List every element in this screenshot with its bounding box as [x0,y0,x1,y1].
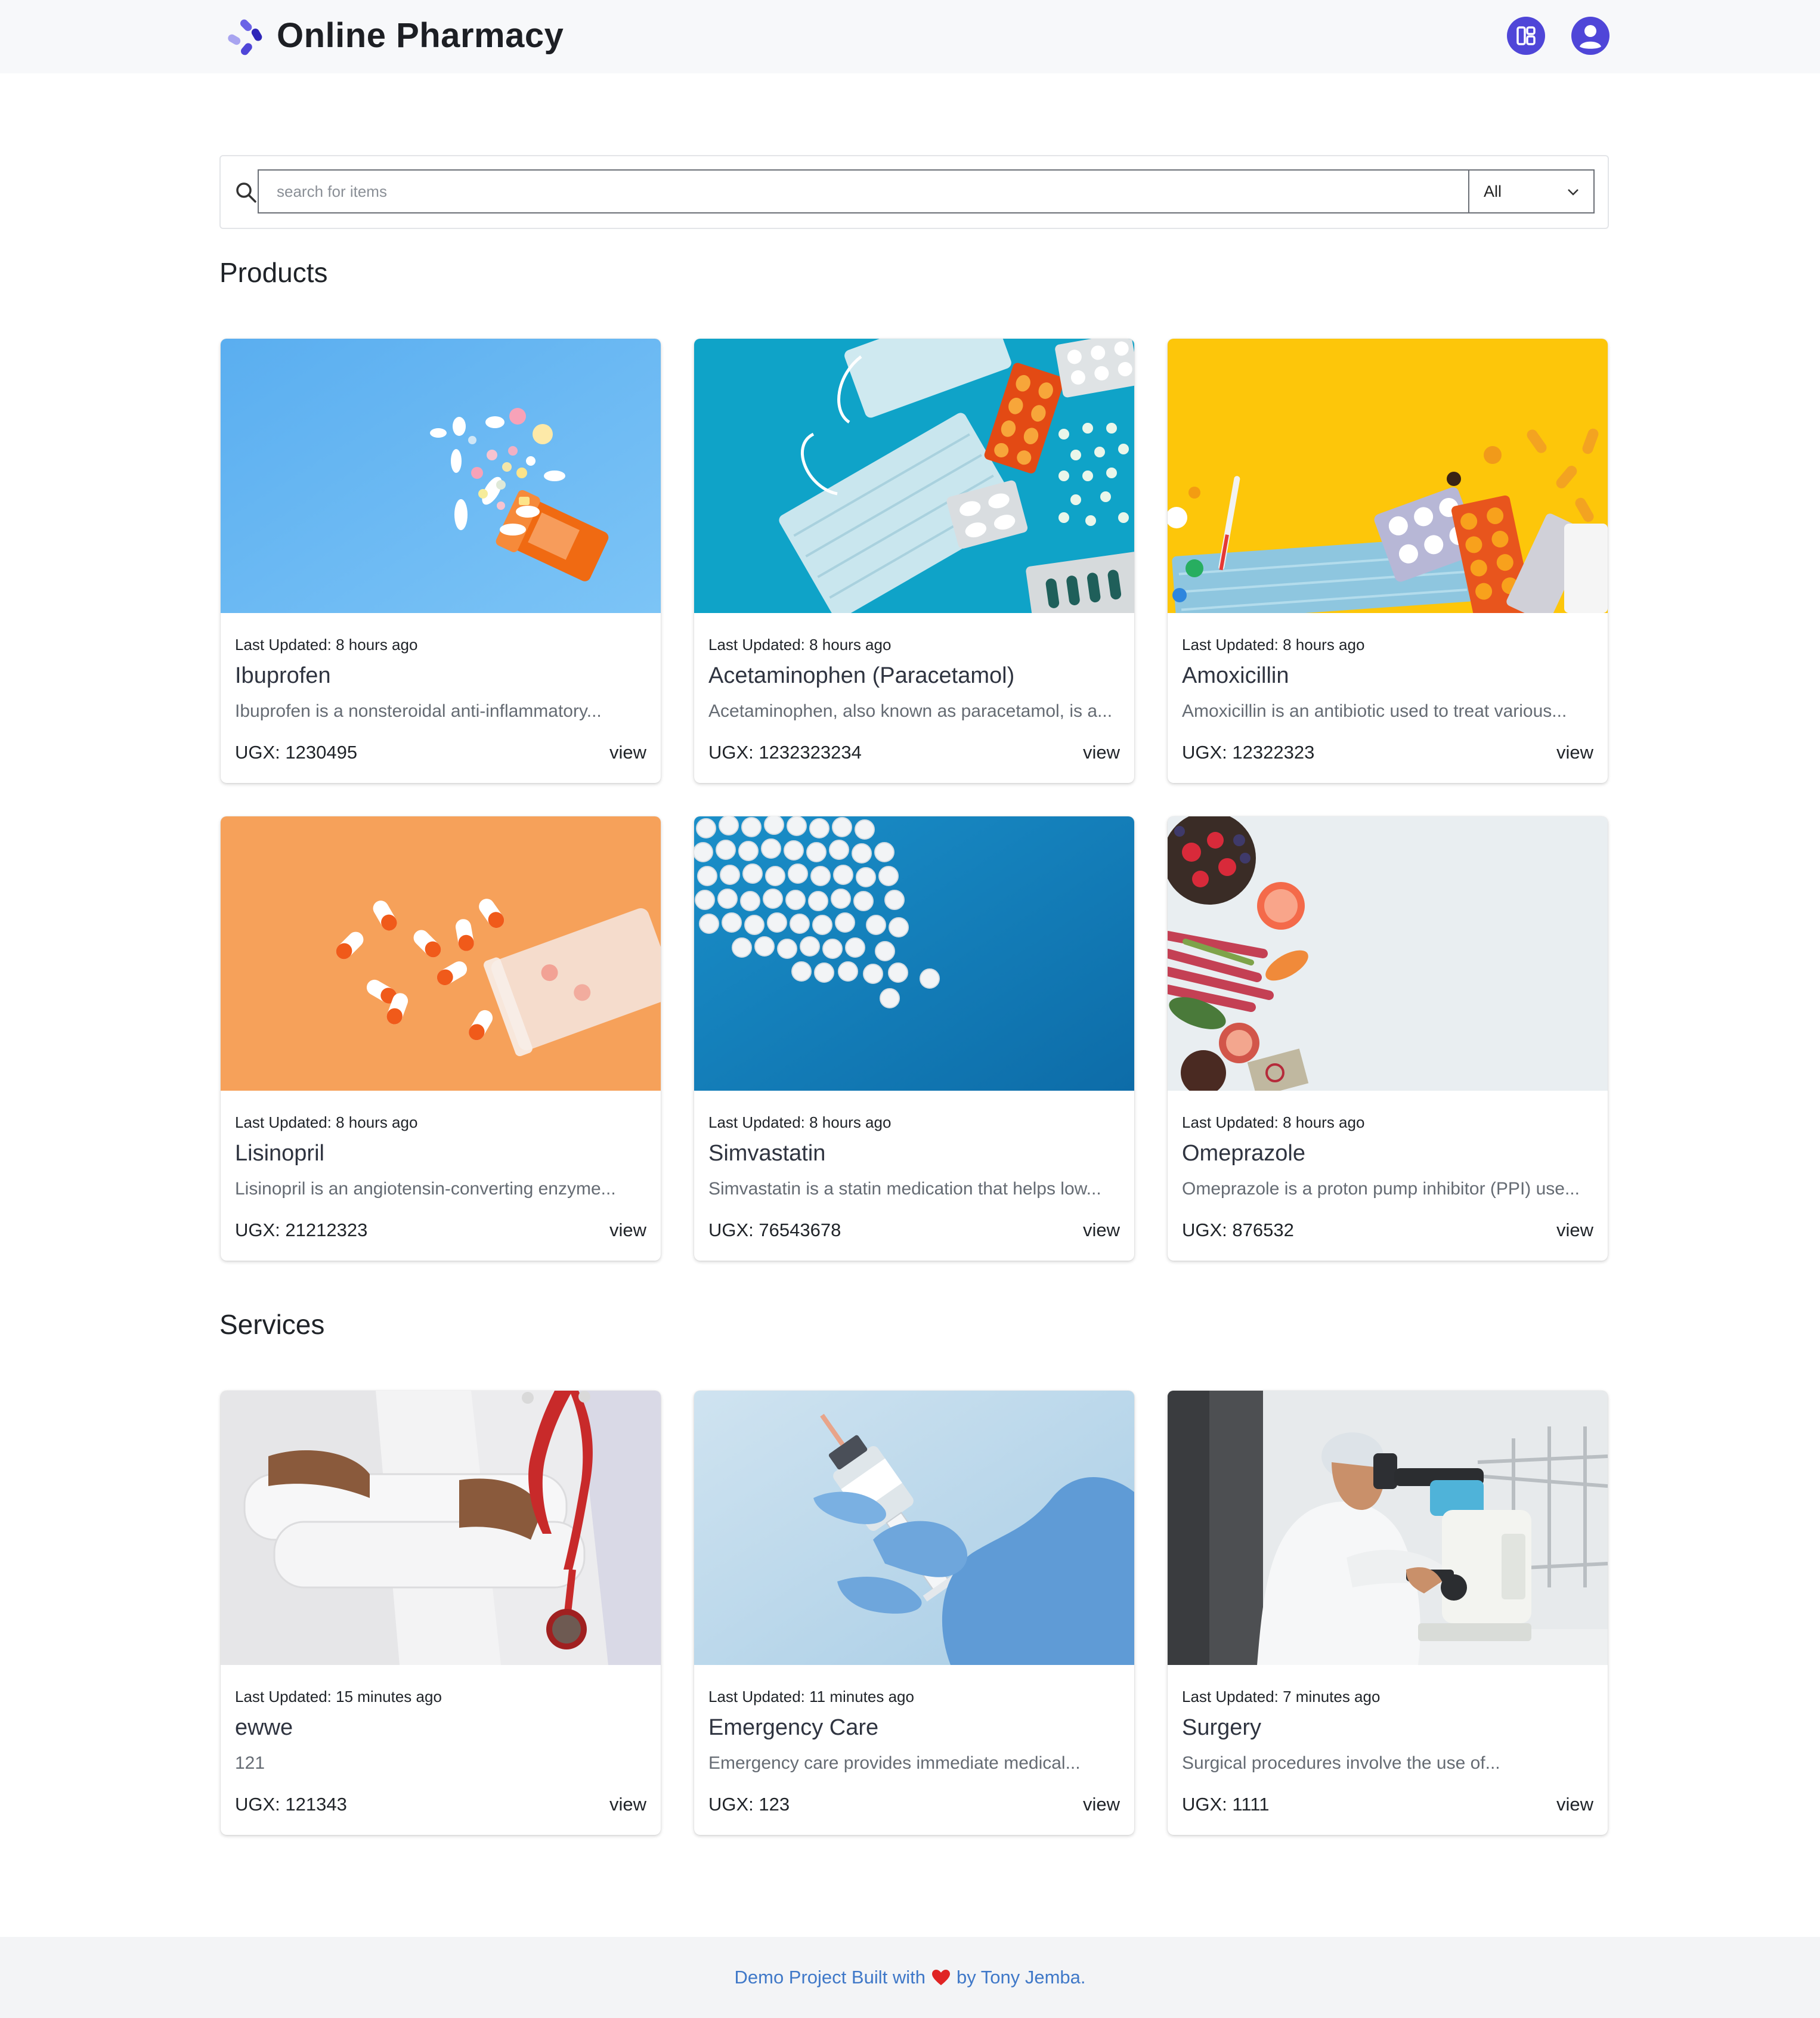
last-updated-text: Last Updated: 15 minutes ago [235,1688,442,1706]
view-link[interactable]: view [1556,1220,1593,1241]
search-bar: All [219,155,1609,229]
last-updated-text: Last Updated: 8 hours ago [235,636,418,654]
view-link[interactable]: view [1083,1220,1120,1241]
dashboard-icon [1516,26,1536,45]
heart-icon [931,1970,950,1985]
view-link[interactable]: view [609,1220,646,1241]
service-name: Emergency Care [708,1715,879,1740]
product-name: Amoxicillin [1182,663,1289,688]
product-name: Omeprazole [1182,1141,1305,1166]
last-updated-text: Last Updated: 8 hours ago [708,1113,892,1131]
product-description: Ibuprofen is a nonsteroidal anti-inflamm… [235,701,602,721]
view-link[interactable]: view [1556,1794,1593,1815]
service-image [221,1391,661,1665]
service-price: UGX: 1111 [1182,1794,1270,1815]
product-price: UGX: 876532 [1182,1220,1294,1240]
product-name: Simvastatin [708,1141,826,1166]
pills-logo-icon[interactable] [227,18,266,61]
product-card[interactable]: Last Updated: 8 hours ago Amoxicillin Am… [1168,339,1608,783]
product-price: UGX: 21212323 [235,1220,368,1240]
product-name: Ibuprofen [235,663,331,688]
category-filter-value: All [1484,182,1502,200]
service-description: Surgical procedures involve the use of..… [1182,1753,1500,1773]
product-name: Lisinopril [235,1141,324,1166]
service-description: 121 [235,1753,265,1773]
service-card[interactable]: Last Updated: 15 minutes ago ewwe 121 UG… [221,1391,661,1835]
product-price: UGX: 1230495 [235,742,358,763]
product-card[interactable]: Last Updated: 8 hours ago Simvastatin Si… [694,816,1134,1261]
product-card[interactable]: Last Updated: 8 hours ago Lisinopril Lis… [221,816,661,1261]
service-name: ewwe [235,1715,293,1740]
product-image [1168,816,1608,1091]
product-price: UGX: 1232323234 [708,742,862,763]
service-card[interactable]: Last Updated: 7 minutes ago Surgery Surg… [1168,1391,1608,1835]
product-image [221,339,661,613]
view-link[interactable]: view [1083,742,1120,763]
view-link[interactable]: view [609,1794,646,1815]
view-link[interactable]: view [609,742,646,763]
product-price: UGX: 76543678 [708,1220,841,1240]
last-updated-text: Last Updated: 7 minutes ago [1182,1688,1381,1706]
service-image [1168,1391,1608,1665]
product-description: Omeprazole is a proton pump inhibitor (P… [1182,1179,1580,1199]
view-link[interactable]: view [1556,742,1593,763]
service-price: UGX: 123 [708,1794,790,1815]
product-description: Acetaminophen, also known as paracetamol… [708,701,1113,721]
footer: Demo Project Built with by Tony Jemba. [0,1937,1820,2018]
product-card[interactable]: Last Updated: 8 hours ago Acetaminophen … [694,339,1134,783]
product-image [694,339,1134,613]
search-icon [236,182,256,203]
service-description: Emergency care provides immediate medica… [708,1753,1081,1773]
last-updated-text: Last Updated: 11 minutes ago [708,1688,914,1706]
product-card[interactable]: Last Updated: 8 hours ago Omeprazole Ome… [1168,816,1608,1261]
last-updated-text: Last Updated: 8 hours ago [1182,636,1365,654]
dashboard-button[interactable] [1507,17,1545,55]
user-profile-button[interactable] [1571,17,1609,55]
products-heading: Products [219,257,328,288]
product-card[interactable]: Last Updated: 8 hours ago Ibuprofen Ibup… [221,339,661,783]
last-updated-text: Last Updated: 8 hours ago [235,1113,418,1131]
last-updated-text: Last Updated: 8 hours ago [1182,1113,1365,1131]
user-avatar-icon [1580,25,1601,49]
top-navbar: Online Pharmacy [0,0,1820,73]
service-price: UGX: 121343 [235,1794,347,1815]
product-image [1168,339,1608,613]
service-card[interactable]: Last Updated: 11 minutes ago Emergency C… [694,1391,1134,1835]
category-filter-select[interactable]: All [1468,169,1595,213]
last-updated-text: Last Updated: 8 hours ago [708,636,892,654]
services-heading: Services [219,1309,325,1340]
footer-author-link[interactable]: by Tony Jemba. [957,1967,1086,1988]
product-description: Amoxicillin is an antibiotic used to tre… [1182,701,1567,721]
view-link[interactable]: view [1083,1794,1120,1815]
product-image [694,816,1134,1091]
product-description: Simvastatin is a statin medication that … [708,1179,1101,1199]
product-description: Lisinopril is an angiotensin-converting … [235,1179,616,1199]
product-name: Acetaminophen (Paracetamol) [708,663,1015,688]
footer-text-before: Demo Project Built with [734,1967,926,1988]
app-title[interactable]: Online Pharmacy [277,14,564,57]
chevron-down-icon [1568,189,1578,196]
service-name: Surgery [1182,1715,1262,1740]
product-price: UGX: 12322323 [1182,742,1315,763]
search-input[interactable] [258,169,1468,213]
service-image [694,1391,1134,1665]
product-image [221,816,661,1091]
